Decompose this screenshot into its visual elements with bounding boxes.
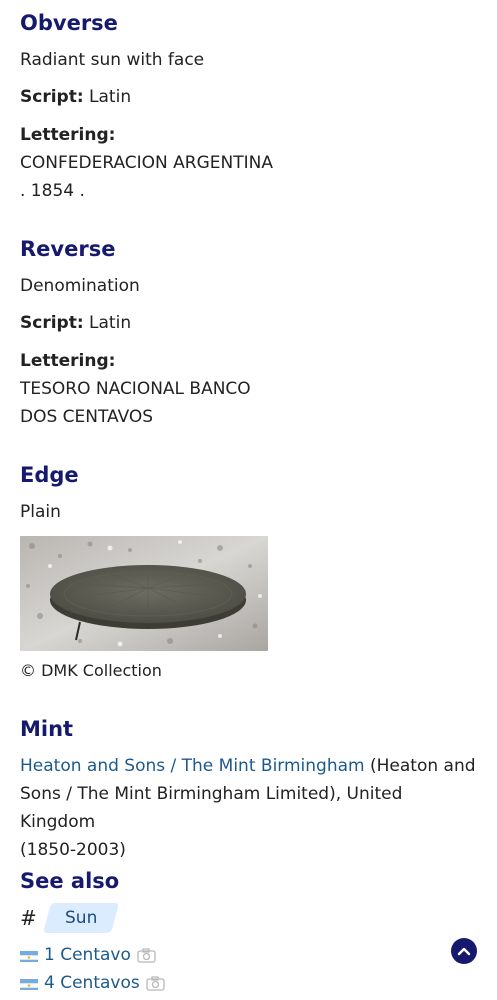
reverse-description: Denomination [20, 276, 140, 296]
edge-title: Edge [20, 463, 79, 487]
reverse-script-value: Latin [89, 313, 132, 333]
scroll-to-top-button[interactable] [451, 938, 477, 964]
obverse-script-value: Latin [89, 87, 132, 107]
reverse-lettering-line1: TESORO NACIONAL BANCO [20, 379, 251, 399]
hash-icon: # [20, 906, 37, 930]
edge-photo[interactable] [20, 536, 268, 651]
obverse-description: Radiant sun with face [20, 50, 205, 70]
related-coin-1-link[interactable]: 1 Centavo [44, 945, 131, 965]
tag-sun-label: Sun [64, 908, 98, 928]
see-also-title: See also [20, 869, 120, 893]
camera-icon [146, 975, 165, 991]
camera-icon [137, 947, 156, 963]
reverse-script-label: Script: [20, 313, 84, 333]
obverse-lettering-line2: . 1854 . [20, 181, 85, 201]
coin-edge-image [20, 536, 268, 651]
obverse-section: Obverse [20, 10, 118, 36]
tag-sun[interactable]: Sun [42, 903, 120, 933]
photo-credit: © DMK Collection [20, 661, 162, 680]
related-coin-2[interactable]: 4 Centavos [20, 973, 165, 993]
mint-detail-1: (Heaton and [364, 756, 476, 776]
reverse-lettering-label: Lettering: [20, 351, 116, 371]
mint-link[interactable]: Heaton and Sons / The Mint Birmingham [20, 756, 365, 776]
argentina-flag-icon [20, 977, 38, 990]
reverse-title: Reverse [20, 237, 116, 261]
mint-info: Heaton and Sons / The Mint Birmingham (H… [20, 752, 480, 864]
obverse-title: Obverse [20, 11, 118, 35]
obverse-lettering-label: Lettering: [20, 125, 116, 145]
mint-detail-3: (1850-2003) [20, 840, 126, 860]
obverse-lettering-line1: CONFEDERACION ARGENTINA [20, 153, 273, 173]
obverse-script: Script: Latin [20, 83, 131, 111]
chevron-up-icon [457, 947, 471, 956]
edge-description: Plain [20, 502, 61, 522]
mint-title: Mint [20, 717, 74, 741]
argentina-flag-icon [20, 949, 38, 962]
related-coin-2-link[interactable]: 4 Centavos [44, 973, 140, 993]
obverse-script-label: Script: [20, 87, 84, 107]
related-coin-1[interactable]: 1 Centavo [20, 945, 156, 965]
tag-row: # Sun [20, 903, 120, 933]
mint-line-1: Heaton and Sons / The Mint Birmingham (H… [20, 752, 480, 780]
mint-detail-2: Sons / The Mint Birmingham Limited), Uni… [20, 784, 403, 832]
reverse-script: Script: Latin [20, 309, 131, 337]
reverse-lettering-line2: DOS CENTAVOS [20, 407, 154, 427]
